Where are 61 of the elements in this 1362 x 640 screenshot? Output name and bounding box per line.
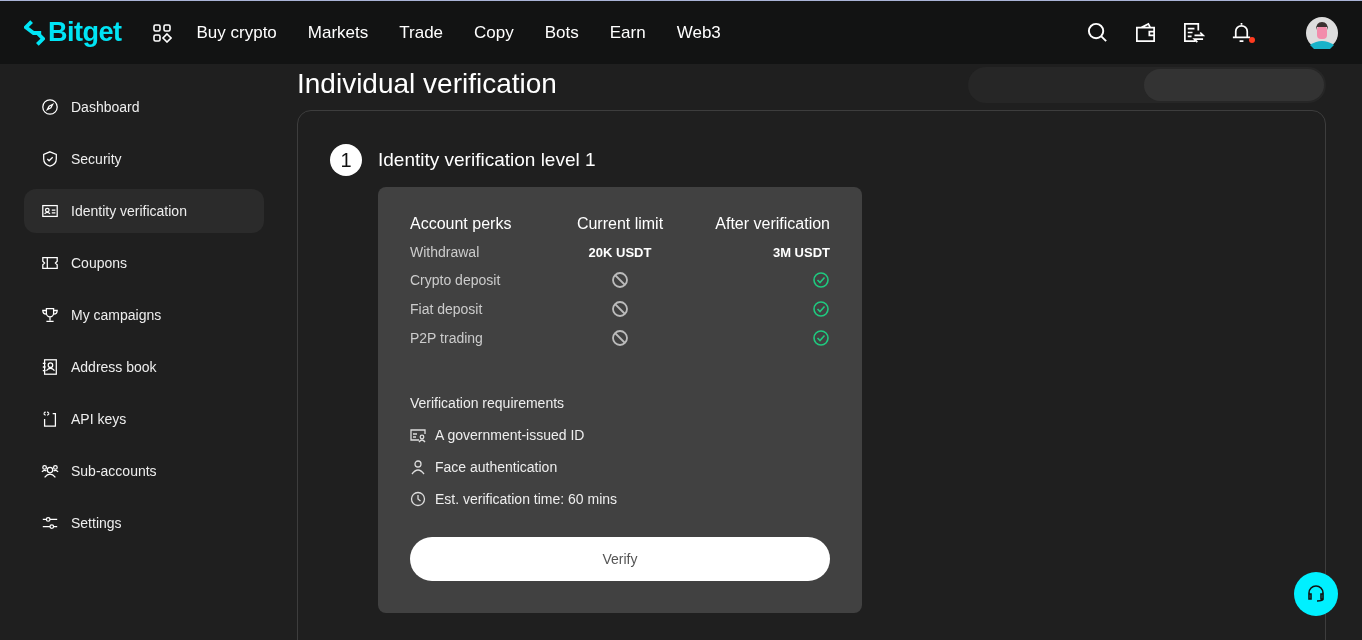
people-icon [41, 462, 59, 480]
nav-link[interactable]: Web3 [676, 22, 721, 43]
nav-link[interactable]: Bots [544, 22, 579, 43]
column-header: Current limit [576, 215, 664, 233]
check-icon [812, 300, 830, 318]
nav-link[interactable]: Buy crypto [196, 22, 277, 43]
column-header: Account perks [410, 215, 512, 233]
requirement-text: Face authentication [435, 459, 558, 475]
logo-icon [24, 18, 45, 47]
avatar[interactable] [1306, 16, 1338, 49]
shield-icon [41, 150, 59, 168]
person-icon [410, 459, 426, 475]
perk-label: P2P trading [410, 330, 483, 346]
check-icon [812, 329, 830, 347]
perk-label: Fiat deposit [410, 301, 483, 317]
limit-value: 20K USDT [588, 244, 652, 260]
nav-link[interactable]: Earn [609, 22, 646, 43]
page-title: Individual verification [297, 67, 557, 101]
blocked-icon [611, 300, 629, 318]
trophy-icon [41, 306, 59, 324]
nav-link[interactable]: Markets [307, 22, 369, 43]
contact-book-icon [41, 358, 59, 376]
sidebar-item[interactable]: My campaigns [24, 293, 264, 337]
logo[interactable]: Bitget [24, 17, 122, 48]
ticket-icon [41, 254, 59, 272]
requirements-title: Verification requirements [410, 395, 566, 411]
limit-value: 3M USDT [772, 244, 830, 260]
perk-label: Crypto deposit [410, 272, 501, 288]
check-icon [812, 271, 830, 289]
step-title: Identity verification level 1 [378, 149, 596, 171]
blocked-icon [611, 271, 629, 289]
wallet-icon[interactable] [1134, 21, 1157, 44]
code-icon [41, 410, 59, 428]
compass-icon [41, 98, 59, 116]
orders-icon[interactable] [1182, 21, 1205, 44]
sidebar-item[interactable]: Sub-accounts [24, 449, 264, 493]
grid-icon[interactable] [151, 22, 172, 43]
id-card-icon [410, 427, 426, 443]
headset-icon [1306, 584, 1326, 604]
sidebar-item[interactable]: Identity verification [24, 189, 264, 233]
sidebar-item[interactable]: Settings [24, 501, 264, 545]
nav-link[interactable]: Copy [474, 22, 514, 43]
step-number: 1 [330, 144, 362, 176]
clock-icon [410, 491, 426, 507]
nav-link[interactable]: Trade [399, 22, 444, 43]
sidebar-item[interactable]: API keys [24, 397, 264, 441]
support-button[interactable] [1294, 572, 1338, 616]
perk-label: Withdrawal [410, 244, 480, 260]
verify-button[interactable]: Verify [410, 537, 830, 581]
sidebar-item[interactable]: Security [24, 137, 264, 181]
column-header: After verification [715, 215, 830, 233]
sliders-icon [41, 514, 59, 532]
sidebar-item[interactable]: Address book [24, 345, 264, 389]
bell-icon[interactable] [1230, 21, 1253, 44]
id-card-icon [41, 202, 59, 220]
requirement-text: A government-issued ID [435, 427, 585, 443]
requirement-text: Est. verification time: 60 mins [435, 491, 618, 507]
blocked-icon [611, 329, 629, 347]
search-icon[interactable] [1086, 21, 1109, 44]
sidebar-item[interactable]: Dashboard [24, 85, 264, 129]
sidebar-item[interactable]: Coupons [24, 241, 264, 285]
